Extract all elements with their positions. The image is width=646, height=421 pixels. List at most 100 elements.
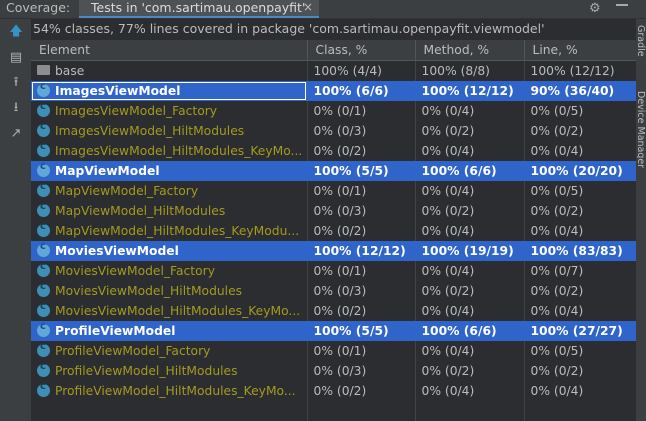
element-cell[interactable]: MapViewModel_HiltModules <box>31 201 308 221</box>
element-name: ProfileViewModel_HiltModules <box>55 364 238 378</box>
line-coverage-cell: 0% (0/2) <box>524 281 637 301</box>
element-name: MapViewModel_HiltModules <box>55 204 226 218</box>
element-name: MoviesViewModel_HiltModules_KeyMo... <box>55 304 301 318</box>
table-row[interactable]: MapViewModel_Factory 0% (0/1)0% (0/4)0% (… <box>31 181 637 201</box>
element-cell[interactable]: MapViewModel <box>31 161 308 181</box>
element-cell[interactable]: base <box>31 60 308 81</box>
element-cell[interactable]: ProfileViewModel_HiltModules_KeyMo... <box>31 381 308 401</box>
table-row[interactable]: ImagesViewModel 100% (6/6)100% (12/12)90%… <box>31 81 637 101</box>
class-icon <box>37 181 50 197</box>
table-row[interactable]: MapViewModel 100% (5/5)100% (6/6)100% (20… <box>31 161 637 181</box>
table-row[interactable]: MoviesViewModel_HiltModules0% (0/3)0% (0… <box>31 281 637 301</box>
table-row[interactable]: MapViewModel_HiltModules0% (0/3)0% (0/2)… <box>31 201 637 221</box>
coverage-tab[interactable]: Tests in 'com.sartimau.openpayfit' × <box>79 0 319 18</box>
method-coverage-cell: 0% (0/4) <box>415 301 525 321</box>
class-icon <box>37 161 50 177</box>
table-row[interactable]: ImagesViewModel_HiltModules_KeyMo... 0% (… <box>31 141 637 161</box>
navigate-icon[interactable]: ↗ <box>8 126 24 142</box>
import-icon[interactable]: ⭱ <box>8 75 24 91</box>
element-cell[interactable]: MoviesViewModel_HiltModules <box>31 281 308 301</box>
table-body: base100% (4/4)100% (8/8)100% (12/12)Imag… <box>31 60 637 421</box>
gradle-tab[interactable]: Gradle <box>637 25 646 57</box>
line-coverage-cell: 0% (0/4) <box>524 141 637 161</box>
table-row[interactable]: ProfileViewModel_HiltModules0% (0/3)0% (… <box>31 361 637 381</box>
class-coverage-cell: 100% (5/5) <box>307 161 416 181</box>
element-cell[interactable]: MoviesViewModel_HiltModules_KeyMo... <box>31 301 308 321</box>
line-coverage-cell: 0% (0/7) <box>524 261 637 281</box>
element-cell[interactable]: MoviesViewModel_Factory <box>31 261 308 281</box>
method-coverage-cell: 0% (0/2) <box>415 281 525 301</box>
line-coverage-cell: 0% (0/2) <box>524 121 637 141</box>
table-row[interactable]: MapViewModel_HiltModules_KeyModu... 0% (0… <box>31 221 637 241</box>
element-cell[interactable]: ProfileViewModel_HiltModules <box>31 361 308 381</box>
class-coverage-cell: 0% (0/2) <box>307 221 416 241</box>
element-cell[interactable]: ImagesViewModel_HiltModules_KeyMo... <box>31 141 308 161</box>
table-row[interactable]: ProfileViewModel_Factory 0% (0/1)0% (0/4)… <box>31 341 637 361</box>
element-cell[interactable]: ProfileViewModel <box>31 321 308 341</box>
close-icon[interactable]: × <box>303 0 313 15</box>
method-coverage-cell: 100% (12/12) <box>415 81 525 101</box>
element-cell[interactable]: ImagesViewModel_HiltModules <box>31 121 308 141</box>
element-cell[interactable]: MapViewModel_HiltModules_KeyModu... <box>31 221 308 241</box>
column-header-method[interactable]: Method, % <box>415 40 525 61</box>
element-name: MapViewModel_HiltModules_KeyModu... <box>55 224 300 238</box>
coverage-table-container: Element Class, % Method, % Line, % base 1… <box>31 40 637 421</box>
class-icon <box>37 101 50 117</box>
class-icon <box>37 121 50 137</box>
table-row[interactable]: MoviesViewModel_HiltModules_KeyMo... 0% (… <box>31 301 637 321</box>
line-coverage-cell: 100% (12/12) <box>524 60 637 81</box>
minimize-icon[interactable] <box>616 4 628 6</box>
element-cell[interactable]: ProfileViewModel_Factory <box>31 341 308 361</box>
line-coverage-cell: 0% (0/5) <box>524 181 637 201</box>
class-coverage-cell: 0% (0/2) <box>307 301 416 321</box>
element-name: ProfileViewModel_Factory <box>55 344 211 358</box>
method-coverage-cell: 0% (0/4) <box>415 101 525 121</box>
method-coverage-cell: 100% (8/8) <box>415 60 525 81</box>
left-toolbar: 🡅 ▤ ⭱ ⭳ ↗ <box>0 19 31 421</box>
export-icon[interactable]: ⭳ <box>8 100 24 116</box>
gear-icon[interactable]: ⚙ <box>589 1 601 16</box>
class-coverage-cell: 100% (12/12) <box>307 241 416 261</box>
table-row[interactable]: ProfileViewModel_HiltModules_KeyMo... 0% … <box>31 381 637 401</box>
column-header-line[interactable]: Line, % <box>524 40 637 61</box>
table-row[interactable]: base 100% (4/4) 100% (8/8) 100% (12/12) <box>31 60 637 81</box>
method-coverage-cell: 0% (0/2) <box>415 201 525 221</box>
element-cell[interactable]: MoviesViewModel <box>31 241 308 261</box>
class-coverage-cell: 0% (0/1) <box>307 181 416 201</box>
method-coverage-cell: 0% (0/4) <box>415 141 525 161</box>
arrow-up-icon[interactable]: 🡅 <box>8 24 24 40</box>
flatten-packages-icon[interactable]: ▤ <box>8 50 24 66</box>
method-coverage-cell: 0% (0/2) <box>415 121 525 141</box>
table-row[interactable]: ImagesViewModel_Factory 0% (0/1)0% (0/4)0… <box>31 101 637 121</box>
coverage-tab-label: Tests in 'com.sartimau.openpayfit' <box>91 0 306 15</box>
element-cell[interactable]: ImagesViewModel_Factory <box>31 101 308 121</box>
line-coverage-cell: 0% (0/4) <box>524 301 637 321</box>
line-coverage-cell: 0% (0/2) <box>524 201 637 221</box>
method-coverage-cell: 100% (6/6) <box>415 321 525 341</box>
column-header-element[interactable]: Element <box>31 40 308 61</box>
element-cell[interactable]: ImagesViewModel <box>31 81 308 101</box>
table-row[interactable]: MoviesViewModel 100% (12/12)100% (19/19)1… <box>31 241 637 261</box>
line-coverage-cell: 0% (0/5) <box>524 341 637 361</box>
device-manager-tab[interactable]: Device Manager <box>637 91 646 168</box>
class-icon <box>37 201 50 217</box>
element-name: ImagesViewModel <box>55 84 181 98</box>
line-coverage-cell: 90% (36/40) <box>524 81 637 101</box>
column-header-class[interactable]: Class, % <box>307 40 416 61</box>
line-coverage-cell: 100% (83/83) <box>524 241 637 261</box>
class-coverage-cell: 0% (0/3) <box>307 121 416 141</box>
line-coverage-cell: 100% (20/20) <box>524 161 637 181</box>
class-coverage-cell: 0% (0/1) <box>307 101 416 121</box>
table-row[interactable]: ProfileViewModel 100% (5/5)100% (6/6)100%… <box>31 321 637 341</box>
table-row[interactable]: ImagesViewModel_HiltModules0% (0/3)0% (0… <box>31 121 637 141</box>
method-coverage-cell: 0% (0/4) <box>415 381 525 401</box>
class-coverage-cell: 0% (0/2) <box>307 141 416 161</box>
element-cell[interactable]: MapViewModel_Factory <box>31 181 308 201</box>
line-coverage-cell: 0% (0/4) <box>524 381 637 401</box>
table-row[interactable]: MoviesViewModel_Factory 0% (0/1)0% (0/4)0… <box>31 261 637 281</box>
class-coverage-cell: 100% (4/4) <box>307 60 416 81</box>
element-name: ImagesViewModel_HiltModules_KeyMo... <box>55 144 303 158</box>
table-header: Element Class, % Method, % Line, % <box>31 40 637 61</box>
element-name: ProfileViewModel <box>55 324 176 338</box>
element-name: ImagesViewModel_Factory <box>55 104 218 118</box>
